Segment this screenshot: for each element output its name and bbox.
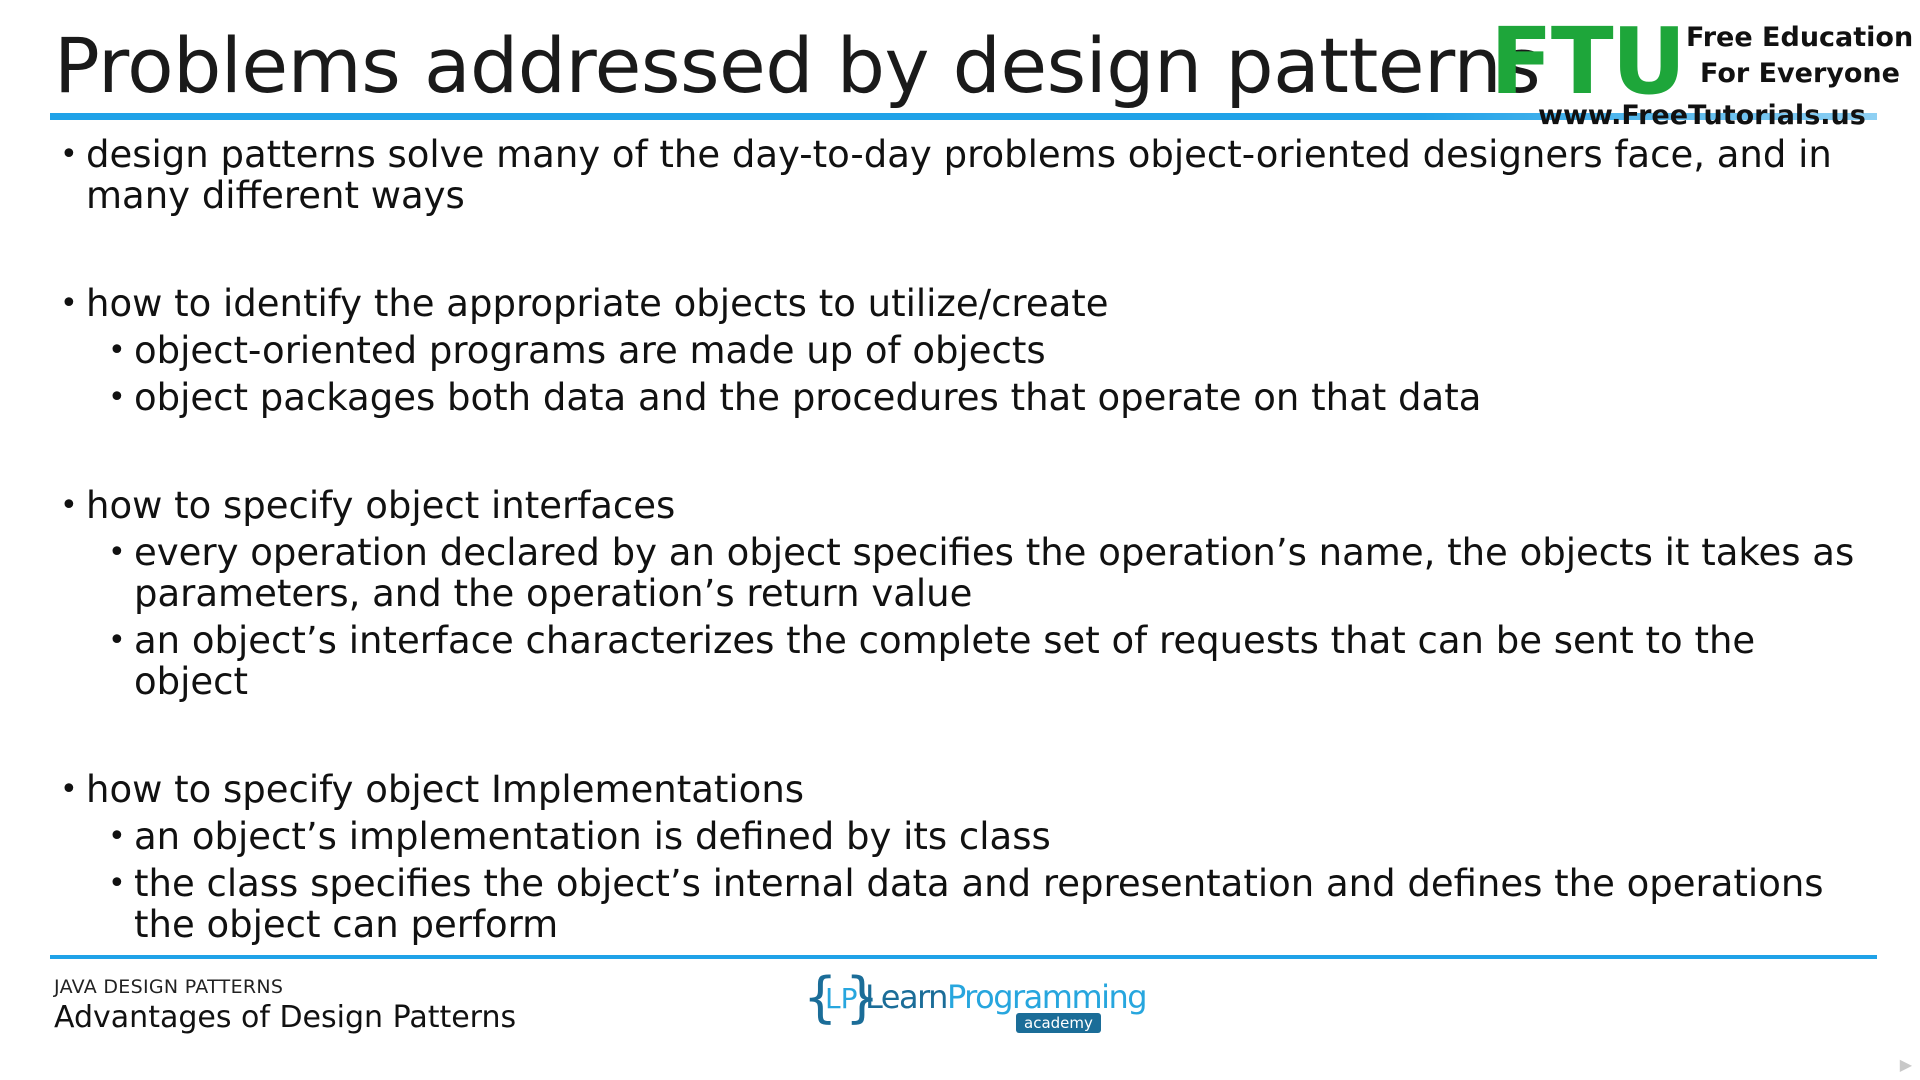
bullet-dot: • — [108, 333, 126, 368]
lecture-title: Advantages of Design Patterns — [54, 1000, 517, 1035]
bullet-text: design patterns solve many of the day-to… — [86, 133, 1832, 217]
bullet-dot: • — [60, 137, 78, 172]
bullet-group: • how to specify object Implementations … — [60, 769, 1860, 945]
logo-word-programming: Programming — [946, 978, 1148, 1016]
bullet-dot: • — [108, 819, 126, 854]
bullet-dot: • — [108, 623, 126, 658]
bullet-list: • design patterns solve many of the day-… — [60, 134, 1860, 945]
bullet-dot: • — [60, 286, 78, 321]
logo-wordmark: LearnProgramming — [865, 978, 1148, 1016]
sub-bullet-text: an object’s implementation is defined by… — [134, 815, 1051, 858]
bullet-text: how to identify the appropriate objects … — [86, 282, 1109, 325]
bullet-dot: • — [60, 488, 78, 523]
bullet-group: • how to identify the appropriate object… — [60, 283, 1860, 418]
course-label: JAVA DESIGN PATTERNS — [54, 976, 284, 998]
sub-bullet-text: an object’s interface characterizes the … — [134, 619, 1756, 703]
sub-bullet-item: • object-oriented programs are made up o… — [60, 330, 1860, 371]
bullet-dot: • — [108, 866, 126, 901]
bullet-item: • how to specify object Implementations — [60, 769, 1860, 810]
sub-bullet-item: • object packages both data and the proc… — [60, 377, 1860, 418]
sub-bullet-text: every operation declared by an object sp… — [134, 531, 1855, 615]
ftu-watermark-logo: FTU Free Education For Everyone www.Free… — [1490, 8, 1913, 136]
bullet-group: • design patterns solve many of the day-… — [60, 134, 1860, 216]
bullet-text: how to specify object interfaces — [86, 484, 676, 527]
ftu-brand: FTU — [1490, 8, 1686, 115]
sub-bullet-item: • an object’s interface characterizes th… — [60, 620, 1860, 702]
sub-bullet-text: object-oriented programs are made up of … — [134, 329, 1046, 372]
sub-bullet-item: • every operation declared by an object … — [60, 532, 1860, 614]
sub-bullet-item: • the class specifies the object’s inter… — [60, 863, 1860, 945]
bullet-text: how to specify object Implementations — [86, 768, 805, 811]
logo-word-learn: Learn — [865, 978, 948, 1016]
ftu-url: www.FreeTutorials.us — [1538, 100, 1866, 131]
bullet-dot: • — [108, 535, 126, 570]
bullet-item: • design patterns solve many of the day-… — [60, 134, 1860, 216]
bullet-item: • how to specify object interfaces — [60, 485, 1860, 526]
ftu-tagline-1: Free Education — [1686, 22, 1914, 53]
sub-bullet-text: the class specifies the object’s interna… — [134, 862, 1824, 946]
bullet-item: • how to identify the appropriate object… — [60, 283, 1860, 324]
slide-title: Problems addressed by design patterns — [54, 21, 1541, 110]
bullet-group: • how to specify object interfaces • eve… — [60, 485, 1860, 702]
bullet-dot: • — [108, 380, 126, 415]
logo-academy-badge: academy — [1016, 1013, 1101, 1033]
ftu-tagline-2: For Everyone — [1700, 58, 1900, 89]
learn-programming-logo: { LP } LearnProgramming academy — [803, 968, 1148, 1038]
sub-bullet-text: object packages both data and the proced… — [134, 376, 1482, 419]
footer-rule — [50, 955, 1877, 959]
sub-bullet-item: • an object’s implementation is defined … — [60, 816, 1860, 857]
corner-watermark-icon: ▶ — [1899, 1055, 1912, 1074]
bullet-dot: • — [60, 772, 78, 807]
